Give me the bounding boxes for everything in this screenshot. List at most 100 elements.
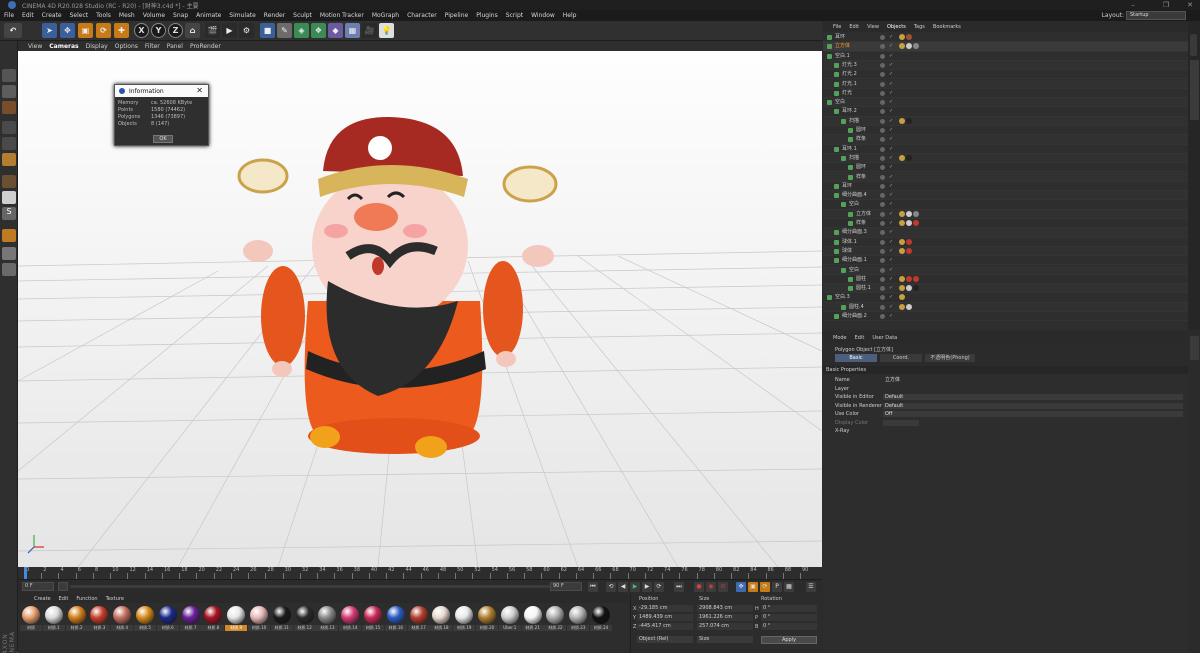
tag-icon[interactable] [906,117,912,124]
visibility-dot-icon[interactable] [880,53,885,59]
enable-check-icon[interactable]: ✓ [889,276,893,282]
object-row[interactable]: 圆柱.4 ✓ [823,302,1188,312]
enable-check-icon[interactable]: ✓ [889,285,893,291]
enable-check-icon[interactable]: ✓ [889,211,893,217]
enable-check-icon[interactable]: ✓ [889,257,893,263]
visibility-dot-icon[interactable] [880,118,885,124]
attribute-field[interactable]: Off [883,411,1183,417]
object-name[interactable]: 立方体 [856,210,871,219]
object-row[interactable]: 圆柱 ✓ [823,275,1188,285]
tag-icon[interactable] [899,247,905,254]
enable-check-icon[interactable]: ✓ [889,146,893,152]
end-frame-field[interactable]: 90 F [550,582,582,591]
enable-check-icon[interactable]: ✓ [889,62,893,68]
enable-check-icon[interactable]: ✓ [889,164,893,170]
enable-check-icon[interactable]: ✓ [889,71,893,77]
enable-check-icon[interactable]: ✓ [889,294,893,300]
select-arrow-icon[interactable]: ➤ [42,23,57,38]
visibility-dot-icon[interactable] [880,62,885,68]
texture-mode-icon[interactable] [2,101,16,114]
tag-icon[interactable] [906,220,912,226]
visibility-dot-icon[interactable] [880,155,885,161]
cube-icon[interactable]: ■ [260,23,275,38]
floor-icon[interactable]: ▦ [345,23,360,38]
light-icon[interactable]: 💡 [379,23,394,38]
material-swatch[interactable]: 材质.24 [590,605,612,635]
object-name[interactable]: 空白 [849,200,859,209]
tag-icon[interactable] [899,117,905,124]
tag-icon[interactable] [913,285,919,292]
attribute-field[interactable]: Default [883,402,1183,409]
object-row[interactable]: 细分曲面.4 ✓ [823,191,1188,201]
material-menu-item[interactable]: Create [34,596,51,602]
material-menu-item[interactable]: Function [76,596,97,602]
world-coord-icon[interactable]: ⌂ [185,23,200,38]
material-swatch[interactable]: 材质.13 [316,605,339,635]
range-slider[interactable] [70,585,550,588]
object-name[interactable]: 灯光.3 [842,61,857,70]
object-row[interactable]: 立方体 ✓ [823,42,1188,52]
visibility-dot-icon[interactable] [880,100,885,106]
visibility-dot-icon[interactable] [880,137,885,143]
object-name[interactable]: 灯光 [842,89,852,98]
material-swatch[interactable]: 材质.11 [270,605,293,635]
layout-select[interactable]: Startup [1126,11,1186,20]
menu-item[interactable]: Help [563,12,577,19]
object-name[interactable]: 样条 [856,219,866,228]
tag-icon[interactable] [906,154,912,161]
prev-key-icon[interactable]: ⟲ [606,582,616,592]
start-frame-field[interactable]: 0 F [22,582,54,591]
menu-item[interactable]: Create [42,12,62,19]
enable-check-icon[interactable]: ✓ [889,155,893,161]
scrollbar-thumb[interactable] [1190,34,1197,56]
tag-icon[interactable] [899,285,905,292]
visibility-dot-icon[interactable] [880,239,885,245]
attribute-menu-item[interactable]: Mode [833,335,847,341]
attribute-field[interactable] [883,428,919,434]
points-mode-icon[interactable] [2,121,16,134]
make-editable-icon[interactable] [2,69,16,82]
visibility-dot-icon[interactable] [880,211,885,217]
enable-check-icon[interactable]: ✓ [889,108,893,114]
object-row[interactable]: 球体 ✓ [823,246,1188,257]
tag-icon[interactable] [899,154,905,161]
tag-icon[interactable] [906,275,912,282]
viewport-menu-item[interactable]: Display [86,43,108,50]
render-view-icon[interactable]: ▶ [222,23,237,38]
object-name[interactable]: 样条 [856,135,866,144]
object-row[interactable]: 空白.3 ✓ [823,293,1188,303]
object-menu-item[interactable]: View [867,24,879,30]
size-y-field[interactable]: 1961.226 cm [697,614,753,621]
object-row[interactable]: 空白 ✓ [823,98,1188,108]
side-tab-content-browser[interactable] [1190,60,1199,120]
material-swatch[interactable]: 材质.17 [407,605,430,635]
visibility-dot-icon[interactable] [880,304,885,310]
checker-icon[interactable] [2,85,16,98]
attribute-field[interactable]: Default [883,394,1183,400]
menu-item[interactable]: Pipeline [445,12,468,19]
viewport-menu-item[interactable]: Panel [167,43,183,50]
attribute-field[interactable] [883,386,1183,392]
tag-icon[interactable] [906,285,912,292]
rotation-b-field[interactable]: 0 ° [761,623,817,630]
attribute-field[interactable] [883,419,919,426]
object-name[interactable]: 扫描 [849,154,859,163]
enable-check-icon[interactable]: ✓ [889,174,893,180]
pen-icon[interactable]: ✎ [277,23,292,38]
viewport-menu-item[interactable]: ProRender [190,43,221,50]
attribute-field[interactable]: 立方体 [883,377,1183,383]
position-x-field[interactable]: -29.185 cm [637,605,693,612]
model-mode-icon[interactable] [2,175,16,188]
material-swatch[interactable]: 材质.2 [65,605,88,635]
side-tab-attributes[interactable] [1190,336,1199,360]
viewport[interactable]: Information ✕ Memory ca. 52608 KByte Poin… [18,51,822,567]
object-row[interactable]: 空白 ✓ [823,265,1188,275]
menu-item[interactable]: Tools [96,12,111,19]
tag-icon[interactable] [906,43,912,50]
object-row[interactable]: 耳环 ✓ [823,182,1188,192]
visibility-dot-icon[interactable] [880,276,885,282]
object-name[interactable]: 细分曲面.2 [842,312,867,321]
menu-item[interactable]: Render [264,12,285,19]
visibility-dot-icon[interactable] [880,90,885,96]
object-row[interactable]: 立方体 ✓ [823,209,1188,219]
